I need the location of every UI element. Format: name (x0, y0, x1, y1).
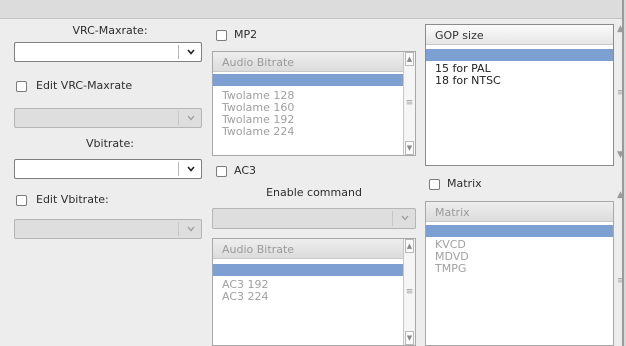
chevron-down-icon (187, 115, 195, 121)
edit-vrc-maxrate-checkbox[interactable] (16, 81, 27, 92)
scroll-up-icon[interactable]: ▲ (405, 239, 414, 253)
ac3-bitrate-list[interactable]: Audio Bitrate AC3 192 AC3 224 ▲ ≡ ▼ (212, 238, 416, 346)
vbitrate-edit-combo[interactable] (14, 219, 202, 239)
matrix-items[interactable]: KVCD MDVD TMPG (435, 239, 469, 275)
scroll-down-icon[interactable]: ▼ (405, 141, 414, 155)
scroll-grip-icon[interactable]: ≡ (405, 287, 414, 297)
vbitrate-combo[interactable] (14, 159, 202, 179)
gop-size-header[interactable]: GOP size (426, 25, 613, 45)
dialog-panel: VRC-Maxrate: Edit VRC-Maxrate Vbitrate: … (0, 0, 625, 346)
mp2-bitrate-header[interactable]: Audio Bitrate (213, 52, 404, 72)
selected-row[interactable] (426, 225, 613, 237)
mp2-checkbox[interactable] (216, 30, 227, 41)
matrix-header[interactable]: Matrix (426, 202, 613, 222)
combo-separator (178, 222, 179, 236)
scroll-up-icon[interactable]: ▲ (617, 190, 624, 200)
ac3-label: AC3 (234, 164, 257, 177)
selected-row[interactable] (426, 49, 613, 61)
enable-command-combo[interactable] (212, 208, 416, 229)
matrix-label: Matrix (447, 177, 482, 190)
edit-vbitrate-label: Edit Vbitrate: (36, 193, 109, 206)
gop-size-list[interactable]: GOP size 15 for PAL 18 for NTSC (425, 24, 614, 166)
mp2-bitrate-items[interactable]: Twolame 128 Twolame 160 Twolame 192 Twol… (222, 90, 294, 138)
gop-size-items[interactable]: 15 for PAL 18 for NTSC (435, 63, 501, 87)
scroll-up-icon[interactable]: ▲ (617, 24, 624, 34)
enable-command-label: Enable command (266, 186, 362, 199)
chevron-down-icon (401, 215, 409, 221)
ac3-checkbox[interactable] (216, 166, 227, 177)
matrix-list[interactable]: Matrix KVCD MDVD TMPG (425, 201, 614, 346)
list-item[interactable]: AC3 224 (222, 291, 269, 303)
list-item[interactable]: TMPG (435, 263, 469, 275)
top-bar (0, 0, 622, 19)
combo-separator (178, 45, 179, 59)
vrc-maxrate-label: VRC-Maxrate: (72, 24, 148, 37)
mp2-label: MP2 (234, 28, 258, 41)
scroll-down-icon[interactable]: ▼ (617, 150, 624, 160)
vrc-maxrate-edit-combo[interactable] (14, 108, 202, 128)
selected-row[interactable] (213, 264, 404, 276)
scroll-up-icon[interactable]: ▲ (405, 52, 414, 66)
vbitrate-label: Vbitrate: (86, 137, 134, 150)
list-item[interactable]: 18 for NTSC (435, 75, 501, 87)
selected-row[interactable] (213, 74, 404, 86)
vertical-scrollbar[interactable]: ▲ ≡ ▼ (403, 239, 415, 345)
scroll-grip-icon[interactable]: ≡ (405, 98, 414, 108)
chevron-down-icon (187, 49, 195, 55)
chevron-down-icon (187, 226, 195, 232)
edit-vbitrate-checkbox[interactable] (16, 195, 27, 206)
mp2-bitrate-list[interactable]: Audio Bitrate Twolame 128 Twolame 160 Tw… (212, 51, 416, 156)
ac3-bitrate-items[interactable]: AC3 192 AC3 224 (222, 279, 269, 303)
scroll-down-icon[interactable]: ▼ (405, 331, 414, 345)
scroll-grip-icon[interactable]: ≡ (617, 88, 625, 98)
matrix-checkbox[interactable] (429, 179, 440, 190)
list-item[interactable]: Twolame 224 (222, 126, 294, 138)
edit-vrc-maxrate-label: Edit VRC-Maxrate (36, 79, 133, 92)
combo-separator (178, 111, 179, 125)
vrc-maxrate-combo[interactable] (14, 42, 202, 62)
vertical-scrollbar[interactable]: ▲ ≡ ▼ (403, 52, 415, 155)
combo-separator (392, 211, 393, 226)
chevron-down-icon (187, 166, 195, 172)
scroll-grip-icon[interactable]: ≡ (617, 276, 625, 286)
ac3-bitrate-header[interactable]: Audio Bitrate (213, 239, 404, 259)
combo-separator (178, 162, 179, 176)
